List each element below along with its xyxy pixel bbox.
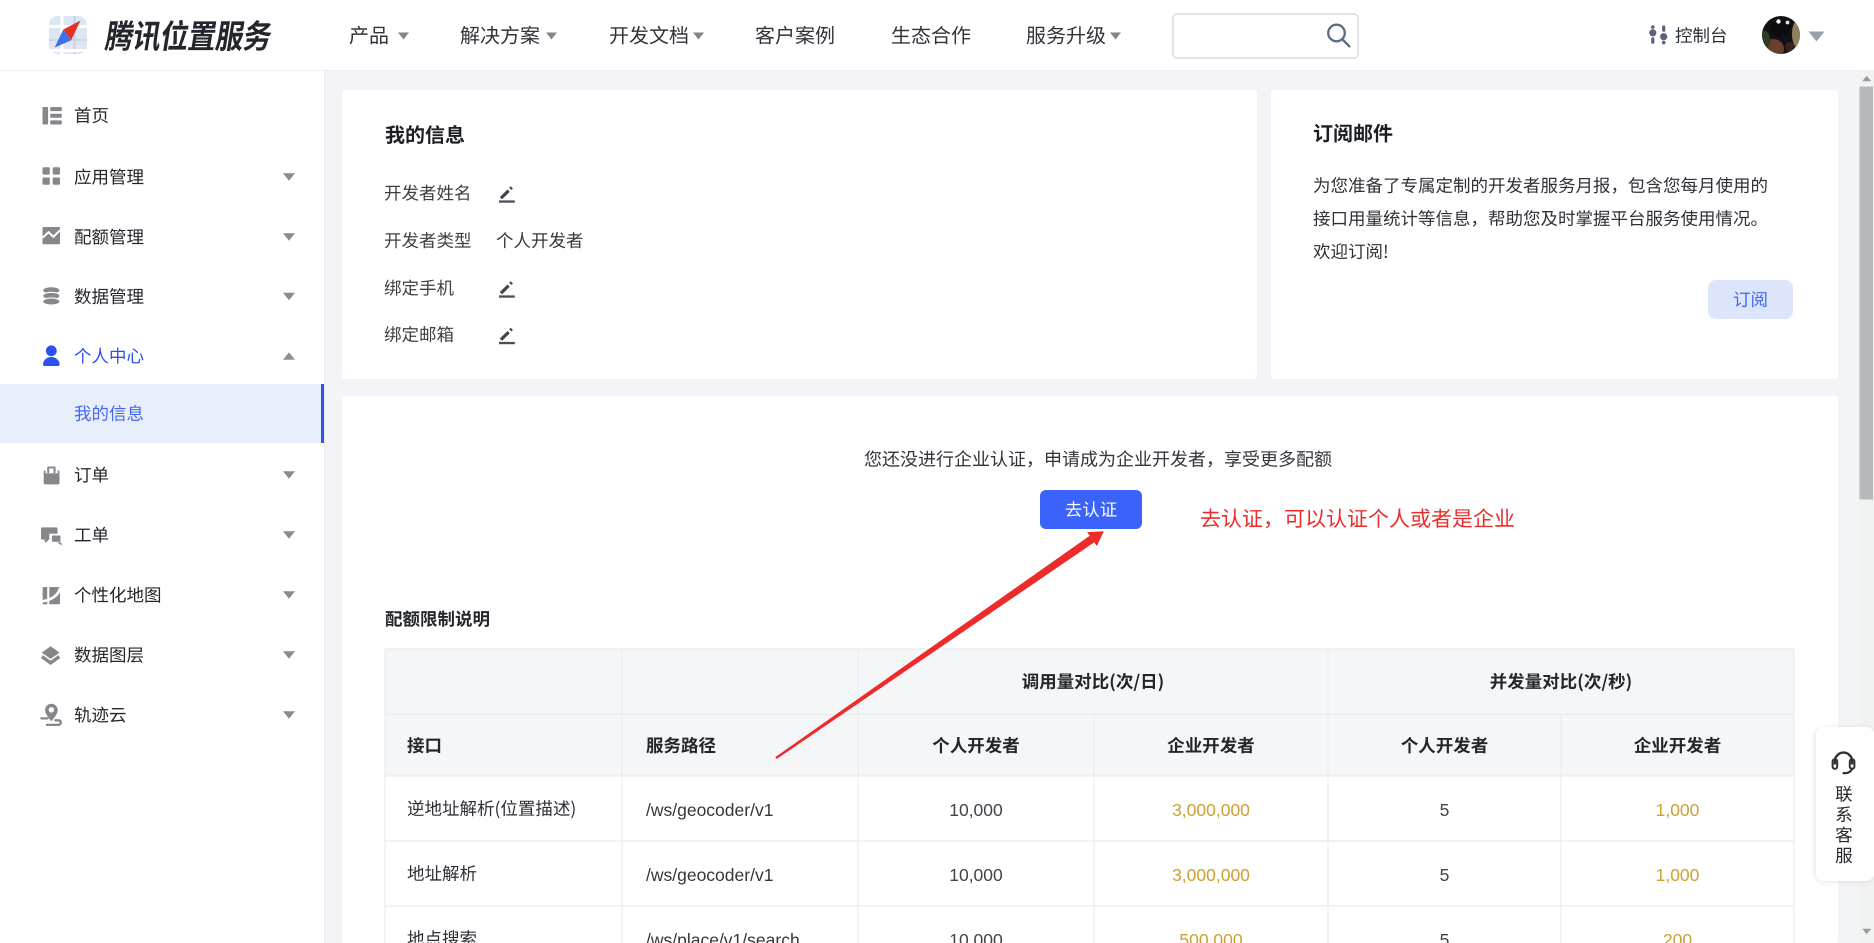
svg-text:1,000: 1,000 [1656,800,1700,820]
svg-text:500,000: 500,000 [1179,930,1243,943]
svg-text:5: 5 [1440,865,1450,885]
svg-text:3,000,000: 3,000,000 [1172,865,1250,885]
svg-text:10,000: 10,000 [949,865,1003,885]
svg-text:/ws/geocoder/v1: /ws/geocoder/v1 [646,800,773,820]
svg-text:200: 200 [1663,930,1692,943]
svg-text:/ws/place/v1/search: /ws/place/v1/search [646,930,800,943]
svg-text:10,000: 10,000 [949,800,1003,820]
svg-text:10,000: 10,000 [949,930,1003,943]
svg-text:1,000: 1,000 [1656,865,1700,885]
svg-text:5: 5 [1440,930,1450,943]
svg-text:3,000,000: 3,000,000 [1172,800,1250,820]
svg-text:/ws/geocoder/v1: /ws/geocoder/v1 [646,865,773,885]
svg-text:5: 5 [1440,800,1450,820]
